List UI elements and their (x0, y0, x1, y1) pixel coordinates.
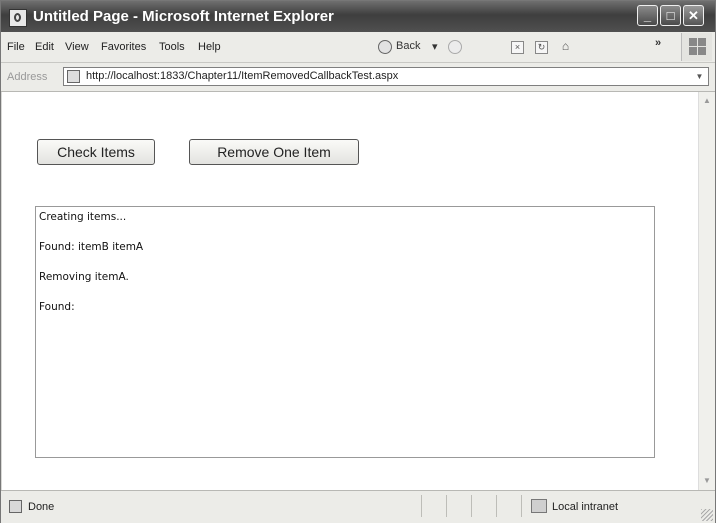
back-arrow-icon[interactable] (378, 40, 392, 54)
output-line: Removing itemA. (39, 271, 129, 283)
close-button[interactable]: ✕ (683, 5, 704, 26)
local-intranet-icon (531, 499, 547, 513)
minimize-button[interactable]: _ (637, 5, 658, 26)
status-divider (496, 495, 497, 517)
menu-tools[interactable]: Tools (159, 41, 185, 53)
scroll-up-icon[interactable]: ▲ (700, 94, 714, 108)
vertical-scrollbar[interactable]: ▲ ▼ (698, 92, 715, 490)
output-panel: Creating items... Found: itemB itemA Rem… (35, 206, 655, 458)
status-divider (421, 495, 422, 517)
menu-favorites[interactable]: Favorites (101, 41, 146, 53)
title-bar[interactable]: Untitled Page - Microsoft Internet Explo… (1, 1, 715, 32)
window-title: Untitled Page - Microsoft Internet Explo… (33, 8, 334, 25)
toolbar-overflow-button[interactable]: » (655, 37, 661, 49)
menu-edit[interactable]: Edit (35, 41, 54, 53)
menu-help[interactable]: Help (198, 41, 221, 53)
security-zone-label: Local intranet (552, 501, 619, 513)
windows-logo-icon (681, 33, 712, 61)
status-divider (446, 495, 447, 517)
output-line: Found: (39, 301, 75, 313)
address-url[interactable]: http://localhost:1833/Chapter11/ItemRemo… (86, 70, 398, 82)
maximize-button[interactable]: □ (660, 5, 681, 26)
chevron-down-icon[interactable]: ▼ (693, 70, 706, 83)
back-dropdown-icon[interactable]: ▾ (432, 40, 438, 53)
remove-one-item-button[interactable]: Remove One Item (189, 139, 359, 165)
forward-arrow-icon[interactable] (448, 40, 462, 54)
resize-grip-icon[interactable] (701, 509, 713, 521)
output-line: Found: itemB itemA (39, 241, 144, 253)
address-bar: Address http://localhost:1833/Chapter11/… (1, 63, 715, 92)
browser-window: Untitled Page - Microsoft Internet Explo… (0, 0, 716, 523)
home-icon[interactable]: ⌂ (559, 40, 572, 54)
address-input[interactable]: http://localhost:1833/Chapter11/ItemRemo… (63, 67, 709, 86)
status-divider (471, 495, 472, 517)
refresh-icon[interactable]: ↻ (535, 41, 548, 54)
back-button[interactable]: Back (396, 40, 420, 52)
page-icon (67, 70, 80, 83)
menu-file[interactable]: File (7, 41, 25, 53)
menu-bar: File Edit View Favorites Tools Help Back… (1, 32, 715, 63)
status-divider (521, 495, 522, 517)
internet-explorer-icon (9, 9, 27, 27)
scroll-down-icon[interactable]: ▼ (700, 474, 714, 488)
page-content: Check Items Remove One Item Creating ite… (2, 92, 698, 490)
menu-view[interactable]: View (65, 41, 89, 53)
status-bar: Done Local intranet (1, 490, 715, 523)
output-line: Creating items... (39, 211, 127, 223)
page-done-icon (9, 500, 22, 513)
stop-icon[interactable]: × (511, 41, 524, 54)
status-text: Done (28, 501, 55, 513)
check-items-button[interactable]: Check Items (37, 139, 155, 165)
address-label: Address (7, 71, 48, 83)
